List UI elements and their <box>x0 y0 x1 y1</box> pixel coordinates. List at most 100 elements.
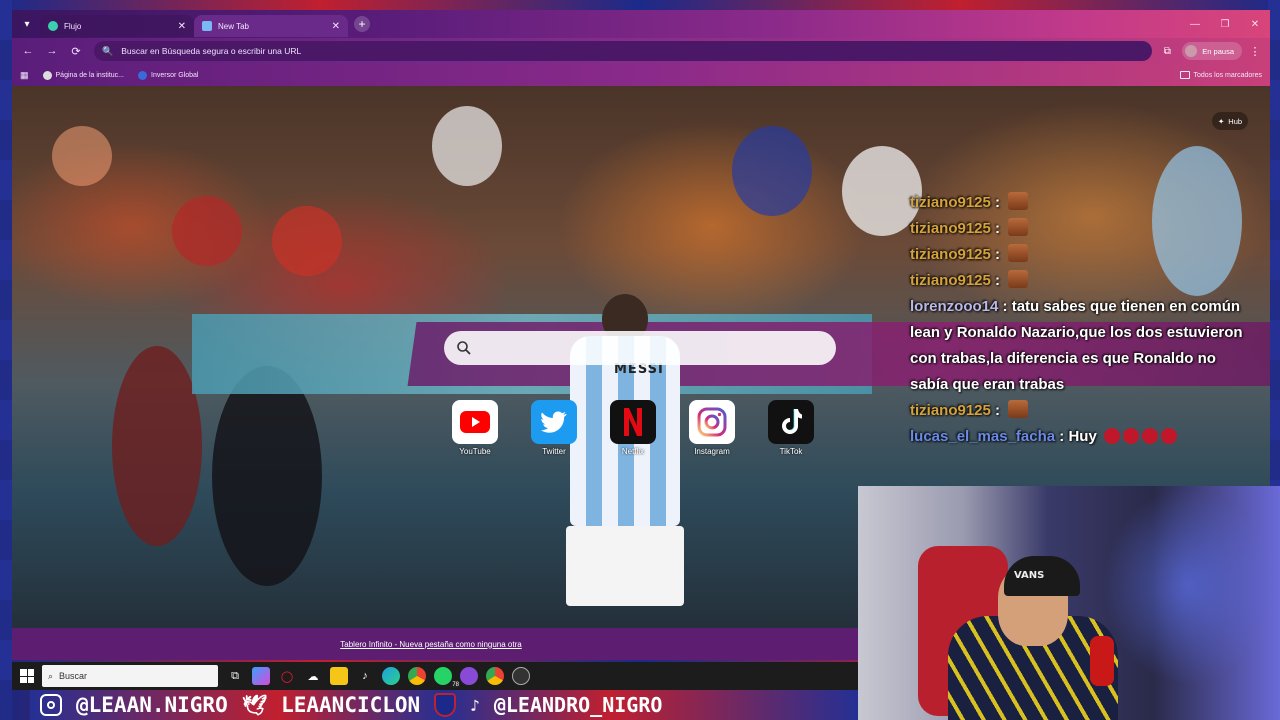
tab-search-menu-icon[interactable]: ▾ <box>16 13 38 35</box>
ntp-search-box[interactable] <box>444 331 836 365</box>
obs-icon[interactable] <box>512 667 530 685</box>
shortcut-label: TikTok <box>779 447 803 456</box>
shortcut-netflix[interactable]: Netflix <box>610 400 656 464</box>
all-bookmarks-label: Todos los marcadores <box>1193 71 1262 79</box>
chat-username: tiziano9125 <box>910 272 991 289</box>
close-tab-icon[interactable]: ✕ <box>178 21 186 32</box>
bookmark-label: Página de la instituc... <box>55 71 125 79</box>
crowd-decoration <box>172 196 242 266</box>
chat-username: tiziano9125 <box>910 194 991 211</box>
chat-message: tiziano9125 : <box>910 216 1250 242</box>
chat-separator: : <box>990 402 1001 419</box>
tab-title: Flujo <box>64 21 82 31</box>
gamepad-icon[interactable]: ☁ <box>304 667 322 685</box>
address-bar-placeholder: Buscar en Búsqueda segura o escribir una… <box>121 46 302 56</box>
shortcut-instagram[interactable]: Instagram <box>689 400 735 464</box>
crowd-decoration <box>52 126 112 186</box>
all-bookmarks-button[interactable]: Todos los marcadores <box>1179 71 1262 79</box>
emote-icon <box>1008 218 1029 236</box>
shortcut-twitter[interactable]: Twitter <box>531 400 577 464</box>
emote-icon <box>1008 270 1029 288</box>
profile-status: En pausa <box>1202 46 1234 56</box>
new-tab-button[interactable]: + <box>354 16 370 32</box>
reload-icon[interactable]: ⟳ <box>66 41 86 61</box>
hub-icon: ✦ <box>1218 116 1225 126</box>
club-shield-icon <box>434 693 457 717</box>
minimize-icon[interactable]: — <box>1180 10 1210 38</box>
shortcut-tiktok[interactable]: TikTok <box>768 400 814 464</box>
chat-message: tiziano9125 : <box>910 268 1250 294</box>
close-tab-icon[interactable]: ✕ <box>332 21 340 32</box>
whatsapp-icon[interactable]: 78 <box>434 667 460 688</box>
footer-link[interactable]: Tablero Infinito - Nueva pestaña como ni… <box>340 640 521 649</box>
crowd-decoration <box>432 106 502 186</box>
address-bar[interactable]: 🔍 Buscar en Búsqueda segura o escribir u… <box>94 41 1153 61</box>
chat-message: lorenzooo14 : tatu sabes que tienen en c… <box>910 294 1250 398</box>
hub-button[interactable]: ✦ Hub <box>1212 112 1249 130</box>
bookmarks-bar: ▦ Página de la instituc... Inversor Glob… <box>12 64 1270 86</box>
instagram-icon <box>40 694 62 716</box>
file-explorer-icon[interactable] <box>330 667 348 685</box>
opera-icon[interactable]: ◯ <box>278 667 296 685</box>
tiktok-icon: ♪ <box>470 695 480 715</box>
angry-face-icon <box>1103 428 1120 444</box>
chat-username: lucas_el_mas_facha <box>910 428 1056 445</box>
crowd-decoration <box>212 366 322 586</box>
extensions-icon[interactable]: ⧉ <box>1156 41 1178 61</box>
tiktok-icon <box>768 400 814 444</box>
search-icon: 🔍 <box>102 45 114 56</box>
emote-icon <box>1008 192 1029 210</box>
info-icon <box>138 70 148 80</box>
chat-message: tiziano9125 : <box>910 398 1250 424</box>
globe-icon <box>42 70 52 80</box>
crowd-decoration <box>112 346 202 546</box>
tab-title: New Tab <box>218 21 249 31</box>
more-menu-icon[interactable]: ⋮ <box>1246 45 1264 58</box>
copilot-icon[interactable] <box>252 667 270 685</box>
close-window-icon[interactable]: ✕ <box>1240 10 1270 38</box>
apps-grid-icon[interactable]: ▦ <box>20 70 29 81</box>
app-icon[interactable] <box>460 667 478 685</box>
chat-overlay: tiziano9125 : tiziano9125 : tiziano9125 … <box>910 190 1250 450</box>
tab-flujo[interactable]: Flujo ✕ <box>40 15 194 37</box>
player-shorts <box>566 526 684 606</box>
hub-label: Hub <box>1228 116 1243 126</box>
profile-button[interactable]: En pausa <box>1182 42 1242 60</box>
bookmark-item[interactable]: Página de la instituc... <box>42 70 125 80</box>
chrome-icon[interactable] <box>408 667 426 685</box>
maximize-icon[interactable]: ❐ <box>1210 10 1240 38</box>
task-view-icon[interactable]: ⧉ <box>226 667 244 685</box>
bookmark-item[interactable]: Inversor Global <box>138 70 199 80</box>
chat-username: tiziano9125 <box>910 246 991 263</box>
crowd-decoration <box>272 206 342 276</box>
ntp-search-input[interactable] <box>480 333 836 363</box>
tab-strip: ▾ Flujo ✕ New Tab ✕ + — ❐ ✕ <box>12 10 1270 38</box>
search-icon: ⌕ <box>48 670 54 681</box>
tiktok-app-icon[interactable]: ♪ <box>356 667 374 685</box>
forward-icon[interactable]: → <box>42 41 62 61</box>
edge-icon[interactable] <box>382 667 400 685</box>
twitter-icon <box>531 400 577 444</box>
chrome-profile-icon[interactable] <box>486 667 504 685</box>
chat-username: tiziano9125 <box>910 402 991 419</box>
chat-username: lorenzooo14 <box>910 298 999 315</box>
taskbar-search-placeholder: Buscar <box>59 671 88 681</box>
chat-separator: : <box>1055 428 1065 445</box>
microphone-icon <box>1090 636 1114 686</box>
netflix-icon <box>610 400 656 444</box>
shortcut-youtube[interactable]: YouTube <box>452 400 498 464</box>
taskbar-search[interactable]: ⌕ Buscar <box>42 665 218 687</box>
shortcut-label: Twitter <box>542 447 566 456</box>
back-icon[interactable]: ← <box>18 41 38 61</box>
bookmark-label: Inversor Global <box>151 71 199 79</box>
chat-separator: : <box>990 220 1001 237</box>
shortcut-label: Netflix <box>621 447 645 456</box>
windows-start-icon[interactable] <box>20 669 34 683</box>
shortcut-label: Instagram <box>694 447 730 456</box>
tab-new-tab[interactable]: New Tab ✕ <box>194 15 348 37</box>
chat-separator: : <box>998 298 1008 315</box>
chat-separator: : <box>990 272 1001 289</box>
youtube-icon <box>452 400 498 444</box>
chat-separator: : <box>990 246 1001 263</box>
chat-message: tiziano9125 : <box>910 190 1250 216</box>
